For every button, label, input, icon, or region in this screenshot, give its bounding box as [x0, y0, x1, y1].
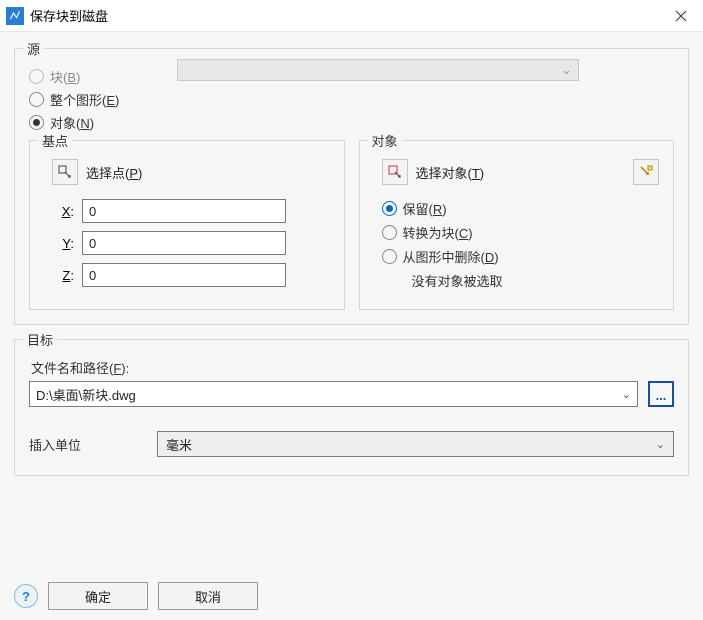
path-combo[interactable]: D:\桌面\新块.dwg ⌄ [29, 381, 638, 407]
cancel-button[interactable]: 取消 [158, 582, 258, 610]
radio-whole-label: 整个图形(E) [50, 90, 119, 109]
z-input[interactable] [82, 263, 286, 287]
radio-retain[interactable]: 保留(R) [382, 199, 660, 218]
source-group: 源 ⌄ 块(B) 整个图形(E) 对象(N) 基点 选择点(P) [14, 48, 689, 325]
radio-block-input [29, 69, 44, 84]
window-title: 保存块到磁盘 [30, 6, 659, 25]
y-input[interactable] [82, 231, 286, 255]
chevron-down-icon[interactable]: ⌄ [656, 438, 665, 451]
pick-point-button[interactable] [52, 159, 78, 185]
block-name-dropdown: ⌄ [177, 59, 579, 81]
basepoint-legend: 基点 [38, 131, 72, 150]
ok-button[interactable]: 确定 [48, 582, 148, 610]
x-row: X: [52, 199, 330, 223]
select-objects-button[interactable] [382, 159, 408, 185]
titlebar: 保存块到磁盘 [0, 0, 703, 32]
unit-label: 插入单位 [29, 435, 157, 454]
browse-button[interactable]: ... [648, 381, 674, 407]
radio-retain-label: 保留(R) [403, 199, 447, 218]
radio-block-label: 块(B) [50, 67, 80, 86]
z-label: Z: [52, 268, 74, 283]
help-button[interactable]: ? [14, 584, 38, 608]
objects-status: 没有对象被选取 [412, 271, 660, 290]
chevron-down-icon: ⌄ [561, 62, 572, 78]
radio-objects-label: 对象(N) [50, 113, 94, 132]
y-label: Y: [52, 236, 74, 251]
objects-legend: 对象 [368, 131, 402, 150]
radio-retain-input[interactable] [382, 201, 397, 216]
radio-convert-input[interactable] [382, 225, 397, 240]
pick-point-label: 选择点(P) [86, 163, 142, 182]
path-label: 文件名和路径(F): [31, 358, 674, 377]
close-button[interactable] [659, 0, 703, 32]
radio-delete-input[interactable] [382, 249, 397, 264]
unit-combo[interactable]: 毫米 ⌄ [157, 431, 674, 457]
y-row: Y: [52, 231, 330, 255]
radio-whole-drawing[interactable]: 整个图形(E) [29, 90, 674, 109]
x-label: X: [52, 204, 74, 219]
radio-objects[interactable]: 对象(N) [29, 113, 674, 132]
radio-delete-label: 从图形中删除(D) [403, 247, 499, 266]
objects-group: 对象 选择对象(T) 保留(R) [359, 140, 675, 310]
radio-objects-input[interactable] [29, 115, 44, 130]
x-input[interactable] [82, 199, 286, 223]
quick-select-button[interactable] [633, 159, 659, 185]
select-objects-label: 选择对象(T) [416, 163, 485, 182]
target-legend: 目标 [23, 330, 57, 349]
app-icon [6, 7, 24, 25]
footer: ? 确定 取消 [14, 570, 689, 614]
path-value: D:\桌面\新块.dwg [36, 385, 622, 404]
chevron-down-icon[interactable]: ⌄ [622, 388, 631, 401]
unit-value: 毫米 [166, 435, 656, 454]
radio-whole-input[interactable] [29, 92, 44, 107]
target-group: 目标 文件名和路径(F): D:\桌面\新块.dwg ⌄ ... 插入单位 毫米… [14, 339, 689, 476]
radio-convert-label: 转换为块(C) [403, 223, 473, 242]
z-row: Z: [52, 263, 330, 287]
dialog-content: 源 ⌄ 块(B) 整个图形(E) 对象(N) 基点 选择点(P) [0, 32, 703, 620]
radio-delete[interactable]: 从图形中删除(D) [382, 247, 660, 266]
basepoint-group: 基点 选择点(P) X: Y: Z: [29, 140, 345, 310]
source-legend: 源 [23, 39, 44, 58]
radio-convert[interactable]: 转换为块(C) [382, 223, 660, 242]
